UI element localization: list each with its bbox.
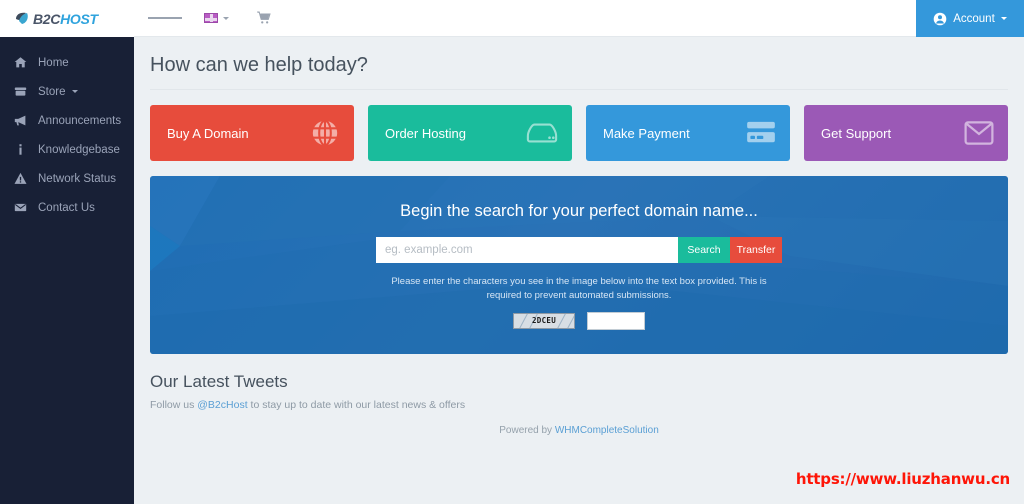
sidebar-item-label: Contact Us [38,202,95,214]
twitter-handle-link[interactable]: @B2cHost [197,399,247,411]
whmcs-link[interactable]: WHMCompleteSolution [555,425,659,436]
powered-by-footer: Powered by WHMCompleteSolution [150,425,1008,436]
domain-search-hero: Begin the search for your perfect domain… [150,176,1008,354]
captcha-code-text: 2DCEU [532,316,556,325]
chevron-down-icon [1001,17,1007,20]
captcha-image: 2DCEU [513,313,575,329]
sidebar-item-label: Knowledgebase [38,144,120,156]
home-icon [10,56,30,69]
tile-get-support[interactable]: Get Support [804,105,1008,161]
topbar-icon-group [134,0,281,37]
sidebar-item-network-status[interactable]: Network Status [0,164,134,193]
follow-prefix: Follow us [150,399,197,411]
tile-buy-a-domain[interactable]: Buy A Domain [150,105,354,161]
credit-card-icon [746,121,776,145]
info-icon [10,143,30,156]
sidebar-item-label: Store [38,86,66,98]
hero-inner: Begin the search for your perfect domain… [150,176,1008,330]
envelope-icon [964,121,994,145]
transfer-button[interactable]: Transfer [730,237,782,263]
search-button[interactable]: Search [678,237,730,263]
tile-label: Order Hosting [385,126,466,141]
domain-search-input[interactable] [376,237,678,263]
envelope-icon [10,201,30,214]
brand-text-host: HOST [60,11,98,27]
tile-make-payment[interactable]: Make Payment [586,105,790,161]
powered-prefix: Powered by [499,425,555,436]
main-content: How can we help today? Buy A Domain [134,37,1024,504]
sidebar-item-home[interactable]: Home [0,48,134,77]
sidebar-nav: Home Store Announcements Knowledgebase [0,37,134,222]
brand-logo[interactable]: B2CHOST [0,0,134,37]
tile-order-hosting[interactable]: Order Hosting [368,105,572,161]
watermark: https://www.liuzhanwu.cn [796,470,1010,488]
sidebar-item-label: Home [38,57,69,69]
latest-tweets-section: Our Latest Tweets Follow us @B2cHost to … [150,372,1008,411]
server-icon [526,120,558,146]
topbar: Account [134,0,1024,37]
user-circle-icon [933,12,947,26]
account-menu-button[interactable]: Account [916,0,1024,37]
page-title: How can we help today? [150,37,1008,90]
sidebar-item-knowledgebase[interactable]: Knowledgebase [0,135,134,164]
sidebar-item-contact-us[interactable]: Contact Us [0,193,134,222]
globe-icon [310,118,340,148]
tile-label: Buy A Domain [167,126,249,141]
megaphone-icon [10,114,30,127]
leaf-swoosh-icon [14,11,30,27]
domain-search-form: Search Transfer [376,237,782,263]
tweets-follow-text: Follow us @B2cHost to stay up to date wi… [150,399,1008,411]
hamburger-icon[interactable] [148,0,182,37]
sidebar-item-label: Announcements [38,115,121,127]
sidebar-item-announcements[interactable]: Announcements [0,106,134,135]
app-root: B2CHOST Home Store Announce [0,0,1024,504]
tile-label: Get Support [821,126,891,141]
captcha-row: 2DCEU [150,312,1008,330]
captcha-instructions: Please enter the characters you see in t… [383,275,775,303]
tile-label: Make Payment [603,126,690,141]
sidebar-item-store[interactable]: Store [0,77,134,106]
shopping-cart-icon[interactable] [247,0,281,37]
warning-triangle-icon [10,172,30,185]
store-icon [10,85,30,98]
brand-text-b2c: B2C [33,11,60,27]
sidebar: B2CHOST Home Store Announce [0,0,134,504]
chevron-down-icon [72,90,78,93]
uk-flag-icon [204,13,218,23]
captcha-input[interactable] [587,312,645,330]
quick-action-tiles: Buy A Domain Order Hosting [150,105,1008,161]
follow-suffix: to stay up to date with our latest news … [248,399,466,411]
sidebar-item-label: Network Status [38,173,116,185]
chevron-down-icon [223,17,229,20]
hero-title: Begin the search for your perfect domain… [150,202,1008,221]
account-label: Account [953,13,995,25]
tweets-heading: Our Latest Tweets [150,372,1008,392]
language-selector[interactable] [196,13,237,23]
